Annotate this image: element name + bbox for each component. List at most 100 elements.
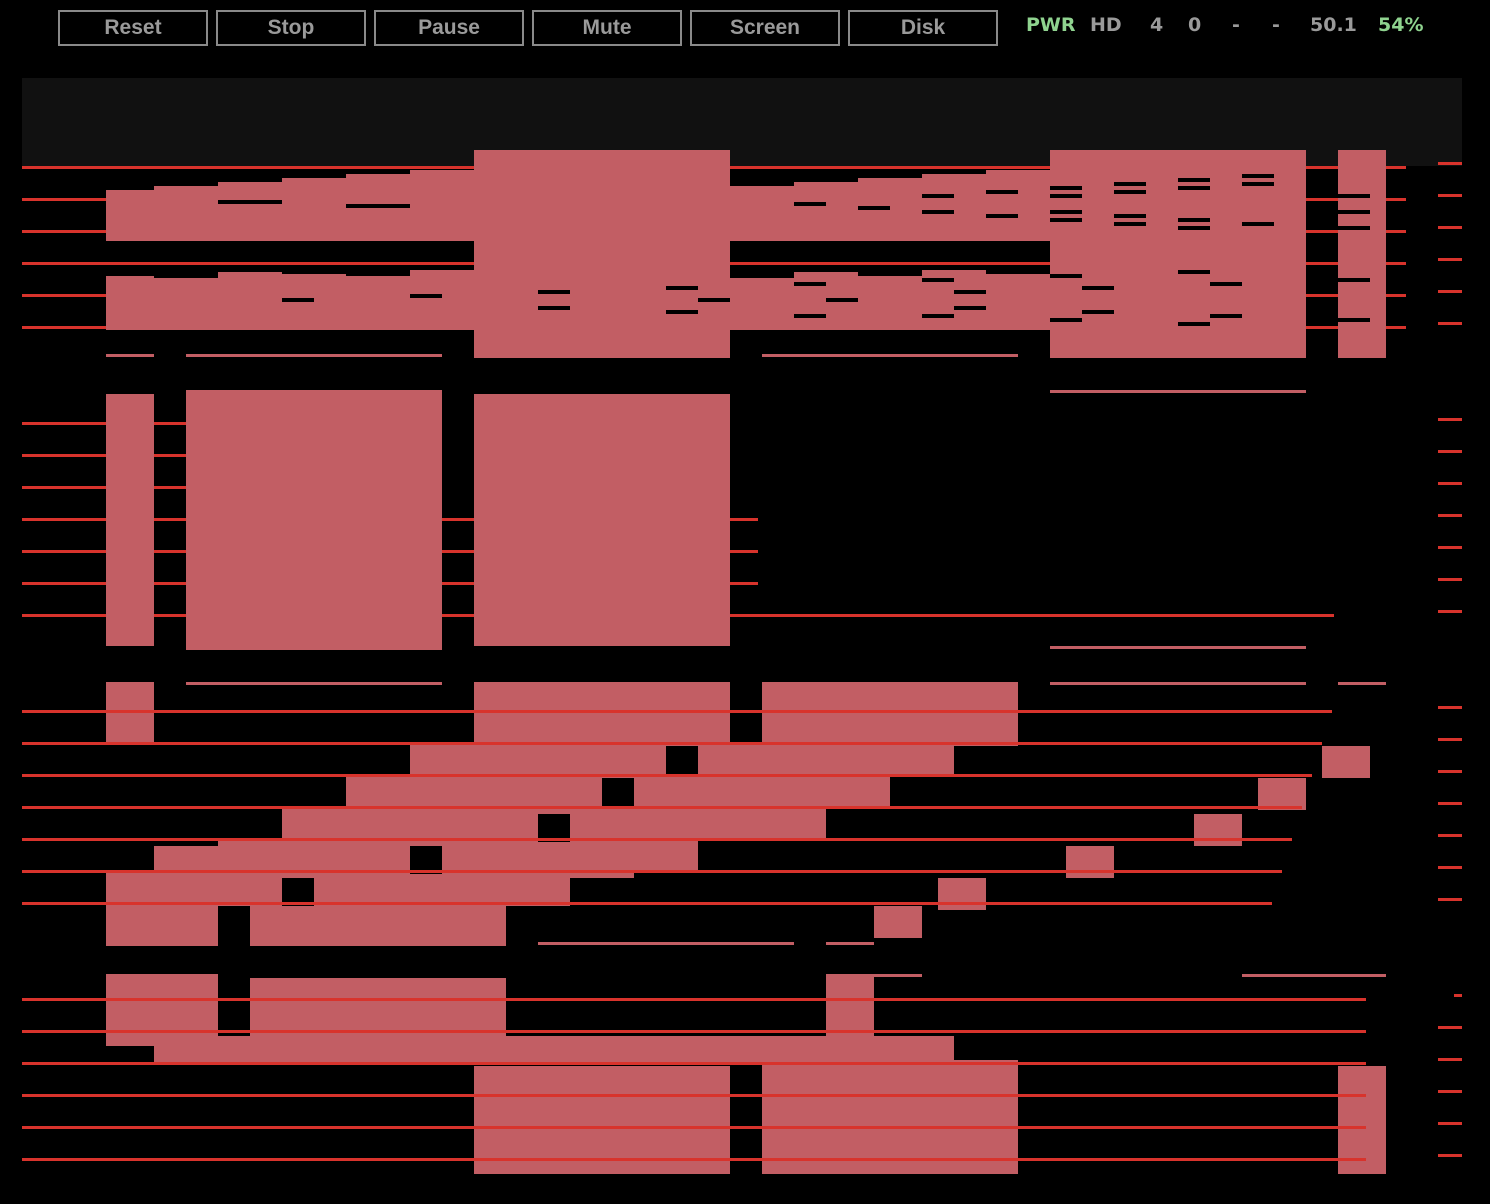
edge-dash	[1438, 514, 1462, 517]
glitch-dash	[410, 294, 442, 298]
glitch-block	[1194, 814, 1242, 846]
scanline	[730, 518, 758, 521]
glitch-dash	[1178, 178, 1210, 182]
glitch-dash	[1306, 178, 1338, 182]
glitch-dash	[1338, 318, 1370, 322]
glitch-line	[186, 354, 442, 357]
glitch-dash	[1178, 218, 1210, 222]
glitch-dash	[1306, 266, 1338, 270]
glitch-dash	[1338, 194, 1370, 198]
edge-dash	[1438, 1090, 1462, 1093]
edge-dash	[1438, 898, 1462, 901]
glitch-dash	[1082, 310, 1114, 314]
glitch-block	[602, 272, 666, 330]
scanline	[730, 614, 1334, 617]
scanline	[154, 550, 186, 553]
scanline	[154, 582, 186, 585]
glitch-dash	[346, 204, 410, 208]
glitch-block	[730, 186, 794, 241]
mute-button[interactable]: Mute	[532, 10, 682, 46]
glitch-dash	[922, 314, 954, 318]
glitch-block	[538, 276, 602, 330]
glitch-dash	[1114, 214, 1146, 218]
glitch-dash	[1242, 174, 1274, 178]
glitch-dash	[666, 310, 698, 314]
glitch-hole	[410, 846, 442, 874]
edge-dash	[1438, 258, 1462, 261]
glitch-dash	[1050, 210, 1082, 214]
glitch-block	[474, 394, 730, 646]
glitch-dash	[986, 214, 1018, 218]
glitch-dash	[1050, 218, 1082, 222]
emulation-percent: 54%	[1378, 14, 1424, 36]
glitch-line	[1338, 682, 1386, 685]
glitch-block	[346, 276, 410, 330]
glitch-dash	[986, 190, 1018, 194]
scanline	[22, 614, 106, 617]
scanline	[22, 838, 1292, 841]
glitch-block	[1338, 1066, 1386, 1174]
edge-dash	[1438, 322, 1462, 325]
stop-button[interactable]: Stop	[216, 10, 366, 46]
glitch-line	[1050, 646, 1306, 649]
screen-button[interactable]: Screen	[690, 10, 840, 46]
scanline	[22, 742, 1322, 745]
glitch-block	[106, 906, 218, 946]
glitch-block	[474, 1066, 730, 1174]
glitch-block	[106, 276, 154, 330]
scanline	[442, 582, 474, 585]
scanline	[22, 774, 1312, 777]
glitch-dash	[1338, 226, 1370, 230]
glitch-dash	[794, 314, 826, 318]
edge-dash	[1438, 738, 1462, 741]
hd-indicator: HD	[1090, 14, 1122, 36]
glitch-dash	[1114, 182, 1146, 186]
glitch-dash	[1050, 318, 1082, 322]
scanline	[730, 582, 758, 585]
edge-dash	[1438, 290, 1462, 293]
edge-dash	[1438, 610, 1462, 613]
glitch-block	[410, 270, 474, 330]
pause-button[interactable]: Pause	[374, 10, 524, 46]
glitch-line	[874, 974, 922, 977]
scanline	[22, 806, 1302, 809]
status-value-4: -	[1272, 14, 1280, 36]
edge-dash	[1454, 994, 1462, 997]
glitch-dash	[858, 206, 890, 210]
glitch-block	[250, 906, 506, 946]
disk-button[interactable]: Disk	[848, 10, 998, 46]
reset-button[interactable]: Reset	[58, 10, 208, 46]
glitch-block	[106, 974, 218, 1046]
scanline	[442, 518, 474, 521]
edge-dash	[1438, 1122, 1462, 1125]
glitch-dash	[1082, 286, 1114, 290]
scanline	[22, 902, 1272, 905]
emulator-screen[interactable]	[22, 78, 1462, 1178]
glitch-dash	[1178, 322, 1210, 326]
edge-dash	[1438, 546, 1462, 549]
glitch-line	[1050, 682, 1306, 685]
glitch-dash	[794, 202, 826, 206]
edge-dash	[1438, 706, 1462, 709]
glitch-dash	[1178, 270, 1210, 274]
edge-dash	[1438, 1058, 1462, 1061]
glitch-block	[666, 174, 730, 241]
glitch-line	[538, 942, 794, 945]
status-value-2: 0	[1188, 14, 1202, 36]
scanline	[22, 1158, 1366, 1161]
glitch-block	[282, 178, 346, 241]
glitch-hole	[666, 746, 698, 774]
glitch-dash	[954, 306, 986, 310]
glitch-hole	[538, 814, 570, 842]
glitch-block	[730, 278, 794, 330]
glitch-dash	[794, 282, 826, 286]
scanline	[22, 454, 106, 457]
glitch-dash	[922, 278, 954, 282]
glitch-dash	[922, 194, 954, 198]
glitch-dash	[698, 298, 730, 302]
edge-dash	[1438, 194, 1462, 197]
glitch-dash	[1050, 274, 1082, 278]
glitch-block	[1322, 746, 1370, 778]
scanline	[442, 614, 474, 617]
glitch-hole	[282, 878, 314, 906]
